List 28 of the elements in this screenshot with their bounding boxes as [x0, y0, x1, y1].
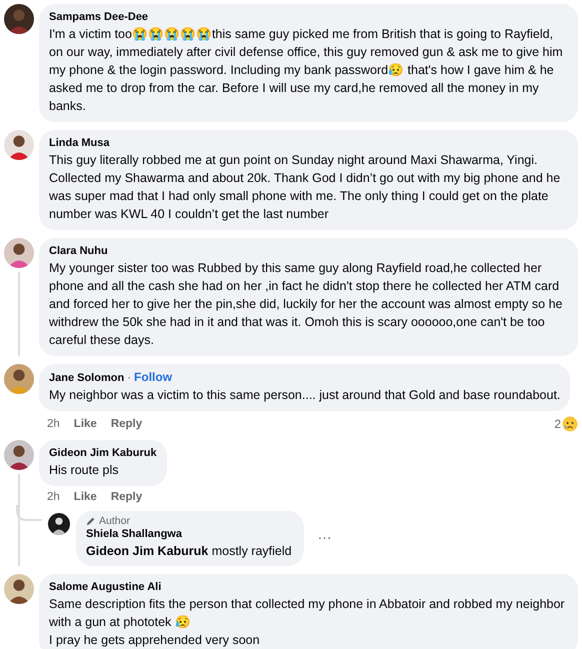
reply-link[interactable]: Reply [110, 491, 142, 503]
author-name[interactable]: Salome Augustine Ali [49, 580, 162, 595]
author-name[interactable]: Linda Musa [49, 136, 110, 151]
reply-link[interactable]: Reply [110, 418, 142, 430]
reaction-count: 2 [554, 417, 561, 431]
author-name[interactable]: Shiela Shallangwa [86, 527, 292, 542]
pen-icon [86, 516, 96, 526]
author-label: Author [99, 515, 130, 527]
like-link[interactable]: Like [74, 491, 97, 503]
more-options-button[interactable]: ··· [310, 525, 340, 549]
comment-text: Same description fits the person that collected my phone in Abbatoir and robbed my neighbor with a gun at phototek 😥 I pray he gets apprehended very soon [49, 596, 566, 649]
author-name[interactable]: Sampams Dee-Dee [49, 10, 148, 25]
author-name[interactable]: Clara Nuhu [49, 244, 108, 259]
follow-link[interactable]: Follow [134, 370, 172, 384]
comment-text: This guy literally robbed me at gun point on Sunday night around Maxi Shawarma, Yingi. Collected my Shawarma and about 20k. Thank God I didn’t go out with my big phone and he was super mad that I had only small phone with me. The only thing I could get on the plate number was KWL 40 I couldn’t get the last number [49, 152, 562, 223]
comment-text: My neighbor was a victim to this same person.... just around that Gold and base roundabout. [49, 387, 560, 404]
author-name[interactable]: Gideon Jim Kaburuk [49, 446, 157, 461]
author-name[interactable]: Jane Solomon [49, 371, 124, 386]
reply-text: Gideon Jim Kaburuk mostly rayfield [86, 543, 292, 560]
timestamp[interactable]: 2h [47, 418, 60, 430]
comment-text: His route pls [49, 462, 120, 479]
comment-text: My younger sister too was Rubbed by this same guy along Rayfield road,he collected her phone and all the cash she had on her ,in fact he didn't stop there he collected her ATM card and forced her to give her the pin,she did, luckily for her the account was almost empty so he withdrew the 50k she had in it and that was it. Omoh this is scary oooooo,one can't be too careful these days. [49, 260, 564, 349]
separator-dot: · [127, 372, 132, 384]
crying-face-icon[interactable] [562, 416, 578, 432]
like-link[interactable]: Like [74, 418, 97, 430]
thread-connector [16, 505, 42, 521]
timestamp[interactable]: 2h [47, 491, 60, 503]
comment-text: I'm a victim too😭😭😭😭😭this same guy picked me from British that is going to Rayfield, on our way, immediately after civil defense office, this guy removed gun & ask me to give him my phone & the login password. Including my bank password😥 that's how I gave him & he asked me to drop from the car. Before I will use my card,he removed all the money in my banks. [49, 26, 564, 115]
